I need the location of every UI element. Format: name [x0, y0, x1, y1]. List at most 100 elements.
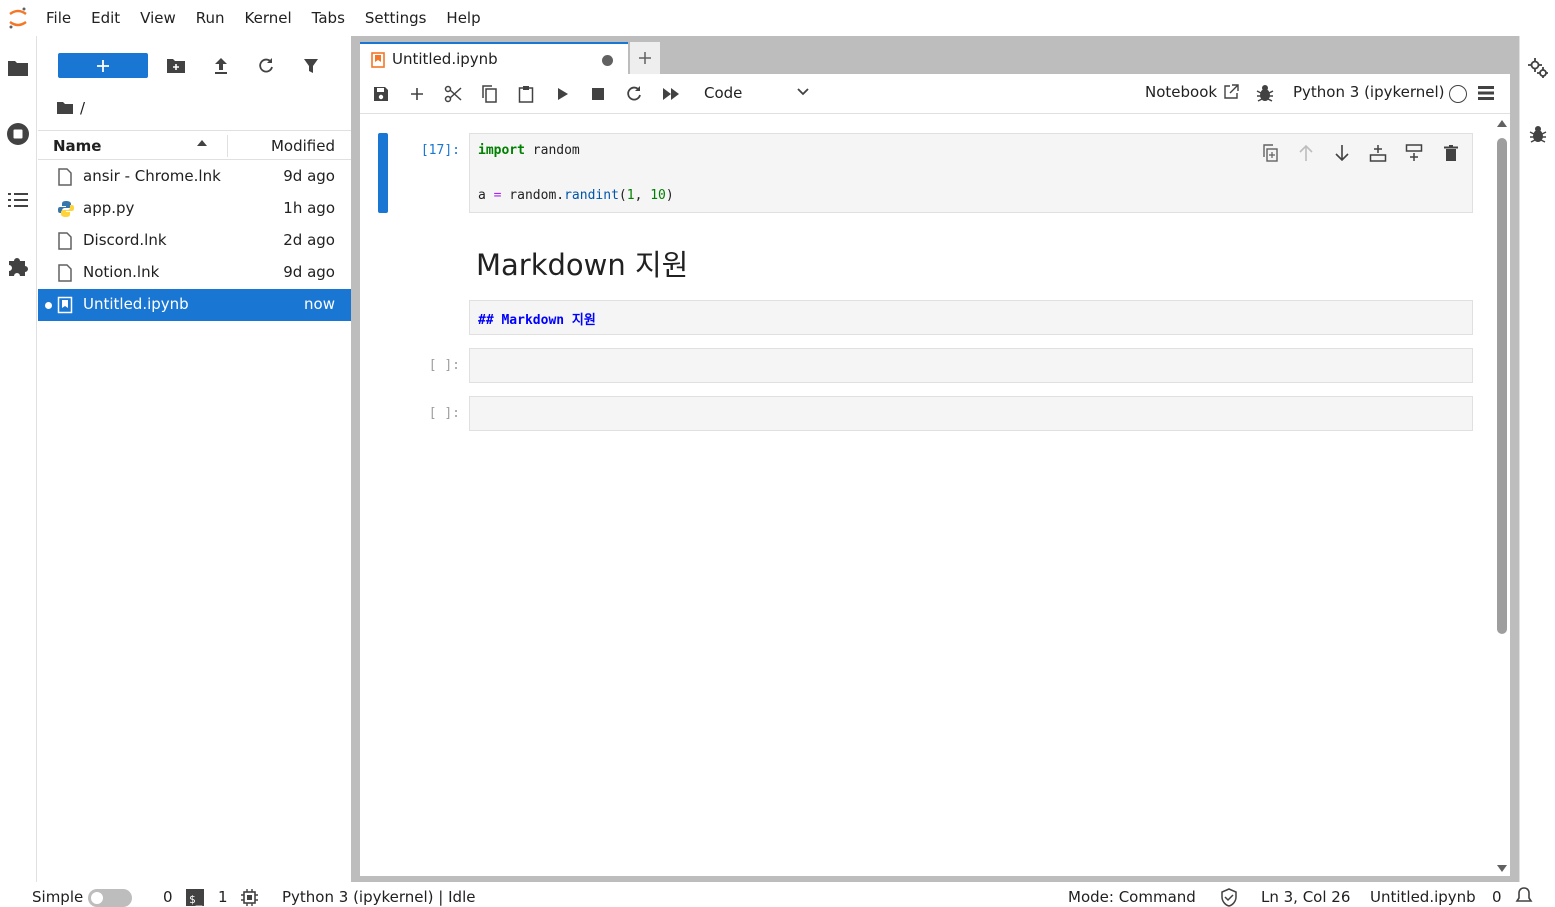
column-header-name[interactable]: Name: [53, 137, 101, 155]
new-folder-button[interactable]: [163, 53, 189, 79]
duplicate-icon: [1263, 144, 1278, 162]
file-row-selected[interactable]: Untitled.ipynb now: [38, 289, 351, 321]
svg-text:$_: $_: [189, 893, 203, 906]
terminal-count[interactable]: 0: [163, 888, 173, 906]
file-modified: now: [304, 295, 335, 313]
menu-view[interactable]: View: [130, 0, 186, 36]
file-row[interactable]: ansir - Chrome.lnk 9d ago: [38, 161, 351, 193]
debugger-bug-icon[interactable]: [1520, 116, 1555, 152]
move-cell-down-button[interactable]: [1330, 141, 1354, 165]
plus-icon: [639, 52, 651, 64]
plus-icon: [411, 88, 423, 100]
folder-icon[interactable]: [0, 50, 36, 86]
file-modified: 9d ago: [283, 167, 335, 185]
menu-run[interactable]: Run: [186, 0, 235, 36]
tab-untitled-ipynb[interactable]: Untitled.ipynb: [360, 42, 628, 74]
insert-cell-above-button[interactable]: [1366, 141, 1390, 165]
cell-prompt: [ ]:: [428, 406, 460, 421]
run-cell-button[interactable]: [550, 82, 576, 106]
filter-icon: [304, 59, 318, 73]
scroll-up-icon[interactable]: [1496, 118, 1508, 128]
markdown-cell-editor[interactable]: ## Markdown 지원: [469, 300, 1473, 335]
open-in-notebook-button[interactable]: Notebook: [1145, 83, 1239, 101]
menu-settings[interactable]: Settings: [355, 0, 437, 36]
new-tab-button[interactable]: [630, 42, 660, 74]
notebook-icon: [371, 52, 385, 68]
menu-kernel[interactable]: Kernel: [235, 0, 302, 36]
property-inspector-gears-icon[interactable]: [1520, 50, 1555, 86]
copy-icon: [482, 85, 497, 103]
move-cell-up-button[interactable]: [1294, 141, 1318, 165]
insert-cell-button[interactable]: [404, 82, 430, 106]
code-line: a = random.randint(1, 10): [478, 188, 674, 203]
fast-forward-icon: [663, 88, 679, 100]
kernel-name-button[interactable]: Python 3 (ipykernel): [1293, 83, 1445, 101]
breadcrumb-root[interactable]: /: [80, 99, 85, 117]
table-of-contents-icon[interactable]: [0, 182, 36, 218]
code-cell-editor[interactable]: [469, 396, 1473, 431]
file-row[interactable]: Discord.lnk 2d ago: [38, 225, 351, 257]
file-name: Untitled.ipynb: [83, 295, 189, 313]
column-divider[interactable]: [227, 135, 228, 157]
copy-button[interactable]: [476, 82, 502, 106]
menu-tabs[interactable]: Tabs: [302, 0, 355, 36]
delete-cell-button[interactable]: [1439, 141, 1463, 165]
scroll-down-icon[interactable]: [1496, 864, 1508, 874]
cut-button[interactable]: [440, 82, 466, 106]
duplicate-cell-button[interactable]: [1258, 141, 1282, 165]
terminal-icon[interactable]: $_: [186, 889, 204, 906]
scissors-icon: [444, 85, 462, 103]
editor-mode: Mode: Command: [1068, 888, 1196, 906]
running-sessions-icon[interactable]: [0, 116, 36, 152]
code-cell-editor[interactable]: [469, 348, 1473, 383]
menu-icon[interactable]: [1477, 85, 1495, 101]
restart-run-all-button[interactable]: [658, 82, 684, 106]
new-launcher-button[interactable]: [58, 53, 148, 78]
filter-button[interactable]: [298, 53, 324, 79]
simple-mode-toggle[interactable]: [88, 889, 132, 907]
upload-button[interactable]: [208, 53, 234, 79]
arrow-down-icon: [1335, 145, 1349, 162]
bug-icon[interactable]: [1256, 83, 1274, 103]
cell-type-select[interactable]: Code: [696, 83, 810, 105]
restart-kernel-button[interactable]: [621, 82, 647, 106]
file-row[interactable]: Notion.lnk 9d ago: [38, 257, 351, 289]
plus-icon: [97, 59, 109, 72]
menu-file[interactable]: File: [36, 0, 81, 36]
code-cell-editor[interactable]: import random a = random.randint(1, 10): [469, 133, 1473, 213]
markdown-rendered-heading: Markdown 지원: [476, 248, 689, 282]
column-header-modified[interactable]: Modified: [271, 137, 335, 155]
kernel-status-text[interactable]: Python 3 (ipykernel) | Idle: [282, 888, 475, 906]
shield-check-icon[interactable]: [1220, 888, 1238, 907]
cell-prompt: [ ]:: [428, 358, 460, 373]
markdown-source: ## Markdown 지원: [478, 313, 596, 328]
file-name: Discord.lnk: [83, 231, 167, 249]
insert-below-icon: [1405, 144, 1423, 161]
menu-bar: File Edit View Run Kernel Tabs Settings …: [0, 0, 1555, 36]
unsaved-indicator-icon[interactable]: [602, 55, 613, 66]
scrollbar-thumb[interactable]: [1497, 138, 1507, 634]
bell-icon[interactable]: [1514, 886, 1534, 906]
upload-icon: [215, 58, 227, 74]
kernel-count[interactable]: 1: [218, 888, 228, 906]
kernel-chip-icon[interactable]: [241, 889, 258, 906]
notification-count[interactable]: 0: [1492, 888, 1502, 906]
paste-button[interactable]: [513, 82, 539, 106]
kernel-idle-status-icon: [1449, 85, 1467, 103]
extension-puzzle-icon[interactable]: [0, 248, 36, 284]
save-button[interactable]: [368, 82, 394, 106]
file-row[interactable]: app.py 1h ago: [38, 193, 351, 225]
menu-help[interactable]: Help: [436, 0, 490, 36]
folder-icon[interactable]: [56, 101, 74, 115]
cursor-position[interactable]: Ln 3, Col 26: [1261, 888, 1350, 906]
play-icon: [558, 88, 568, 100]
menu-edit[interactable]: Edit: [81, 0, 130, 36]
jupyter-logo-icon: [0, 0, 36, 36]
file-name: ansir - Chrome.lnk: [83, 167, 221, 185]
notebook-link-label: Notebook: [1145, 83, 1218, 101]
interrupt-kernel-button[interactable]: [585, 82, 611, 106]
trash-icon: [1444, 145, 1458, 161]
refresh-button[interactable]: [253, 53, 279, 79]
file-browser-toolbar: [38, 36, 351, 100]
insert-cell-below-button[interactable]: [1402, 141, 1426, 165]
